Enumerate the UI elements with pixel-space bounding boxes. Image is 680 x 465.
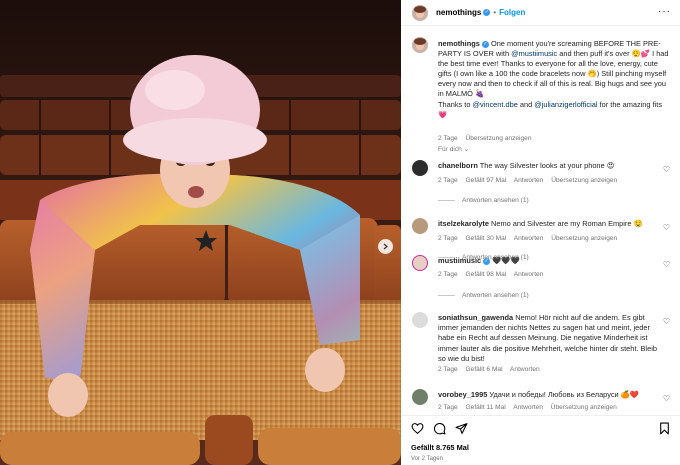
avatar[interactable] [412, 255, 428, 271]
comment-meta: 2 Tage Gefällt 98 Mal Antworten [438, 271, 549, 278]
comment-username[interactable]: vorobey_1995 [438, 390, 487, 399]
comment-age: 2 Tage [438, 271, 458, 278]
heart-icon[interactable]: ♡ [663, 260, 670, 269]
translate-link[interactable]: Übersetzung anzeigen [551, 235, 617, 242]
more-horizontal-icon[interactable]: ··· [658, 7, 671, 17]
comment-age: 2 Tage [438, 366, 458, 373]
post-actions: Gefällt 8.765 Mal Vor 2 Tagen [401, 415, 680, 465]
comment-text: itselzekarolyte Nemo and Silvester are m… [438, 219, 660, 229]
comment-likes[interactable]: Gefällt 6 Mal [466, 366, 503, 373]
verified-badge-icon: ✓ [483, 9, 491, 16]
likes-count[interactable]: Gefällt 8.765 Mal [411, 443, 469, 452]
share-icon[interactable] [455, 422, 468, 435]
caption-meta: 2 Tage Übersetzung anzeigen [438, 135, 538, 142]
chevron-right-icon [383, 243, 388, 250]
avatar[interactable] [412, 389, 428, 405]
comment-icon[interactable] [433, 422, 446, 435]
verified-badge-icon: ✓ [483, 257, 491, 265]
comment-likes[interactable]: Gefällt 97 Mal [466, 177, 507, 184]
follow-button[interactable]: Folgen [499, 8, 525, 17]
mention-link[interactable]: @julianzigerlofficial [534, 100, 597, 109]
heart-icon[interactable]: ♡ [663, 394, 670, 403]
comment-meta: 2 Tage Gefällt 6 Mal Antworten [438, 366, 546, 373]
comment-username[interactable]: itselzekarolyte [438, 219, 489, 228]
post-side-panel: nemothings ✓ • Folgen ··· nemothings ✓ On… [401, 0, 680, 465]
replies-line [438, 294, 455, 296]
comment-body: Nemo and Silvester are my Roman Empire 🤤 [491, 219, 643, 228]
avatar[interactable] [412, 4, 428, 21]
post-image[interactable] [0, 0, 401, 465]
comment-age: 2 Tage [438, 404, 458, 411]
heart-icon[interactable]: ♡ [663, 223, 670, 232]
comment-likes[interactable]: Gefällt 30 Mal [466, 235, 507, 242]
post-header: nemothings ✓ • Folgen ··· [401, 0, 680, 26]
comment-meta: 2 Tage Gefällt 11 Mal Antworten Übersetz… [438, 404, 623, 411]
caption-text-part: and [517, 99, 535, 109]
translate-link[interactable]: Übersetzung anzeigen [551, 177, 617, 184]
for-you-text: Für dich [438, 146, 462, 153]
view-replies-button[interactable]: Antworten ansehen (1) [438, 292, 529, 299]
caption-username[interactable]: nemothings [438, 39, 480, 48]
view-replies-button[interactable]: Antworten ansehen (1) [438, 197, 529, 204]
comment-username[interactable]: chanelborn [438, 161, 478, 170]
caption-age: 2 Tage [438, 135, 458, 142]
translate-link[interactable]: Übersetzung anzeigen [551, 404, 617, 411]
comment-body: 🖤🖤🖤 [492, 256, 520, 265]
reply-button[interactable]: Antworten [514, 271, 544, 278]
avatar[interactable] [412, 312, 428, 328]
comment-meta: 2 Tage Gefällt 30 Mal Antworten Übersetz… [438, 235, 623, 242]
caption-text-part: Thanks to [438, 99, 473, 109]
comment-body: The way Silvester looks at your phone 😍 [479, 161, 615, 170]
heart-icon[interactable] [411, 422, 424, 435]
comments-list[interactable]: nemothings ✓ One moment you're screaming … [401, 27, 680, 415]
replies-line [438, 199, 455, 201]
comment-meta: 2 Tage Gefällt 97 Mal Antworten Übersetz… [438, 177, 623, 184]
view-replies-label: Antworten ansehen (1) [462, 197, 529, 204]
comment-likes[interactable]: Gefällt 98 Mal [466, 271, 507, 278]
heart-icon[interactable]: ♡ [663, 165, 670, 174]
reply-button[interactable]: Antworten [514, 177, 544, 184]
translate-link[interactable]: Übersetzung anzeigen [466, 135, 532, 142]
comment-age: 2 Tage [438, 177, 458, 184]
bookmark-icon[interactable] [658, 422, 671, 435]
verified-badge-icon: ✓ [481, 40, 489, 48]
mention-link[interactable]: @vincent.dbe [473, 100, 518, 109]
comment-username[interactable]: mustiimusic [438, 256, 481, 265]
comment-text: vorobey_1995 Удачи и победы! Любовь из Б… [438, 390, 660, 400]
separator-dot: • [493, 8, 497, 17]
avatar[interactable] [412, 160, 428, 176]
avatar[interactable] [412, 37, 428, 53]
reply-button[interactable]: Antworten [510, 366, 540, 373]
comment-text: chanelborn The way Silvester looks at yo… [438, 161, 660, 171]
post-username[interactable]: nemothings [436, 8, 481, 17]
caption-text: nemothings ✓ One moment you're screaming … [438, 39, 672, 120]
post-time: Vor 2 Tagen [411, 456, 443, 462]
view-replies-label: Antworten ansehen (1) [462, 292, 529, 299]
chevron-down-icon: ⌄ [463, 146, 470, 153]
reply-button[interactable]: Antworten [513, 404, 543, 411]
reply-button[interactable]: Antworten [514, 235, 544, 242]
comment-likes[interactable]: Gefällt 11 Mal [466, 404, 506, 411]
mention-link[interactable]: @mustiimusic [511, 49, 557, 58]
comment-text: mustiimusic ✓ 🖤🖤🖤 [438, 256, 660, 266]
for-you-label[interactable]: Für dich ⌄ [438, 145, 469, 153]
comment-username[interactable]: soniathsun_gawenda [438, 313, 513, 322]
comment-text: soniathsun_gawenda Nemo! Hör nicht auf d… [438, 313, 660, 364]
heart-icon[interactable]: ♡ [663, 317, 670, 326]
avatar[interactable] [412, 218, 428, 234]
comment-age: 2 Tage [438, 235, 458, 242]
post-photo [0, 0, 401, 465]
comment-body: Удачи и победы! Любовь из Беларуси 🍊❤️ [489, 390, 640, 399]
next-image-button[interactable] [378, 239, 393, 254]
